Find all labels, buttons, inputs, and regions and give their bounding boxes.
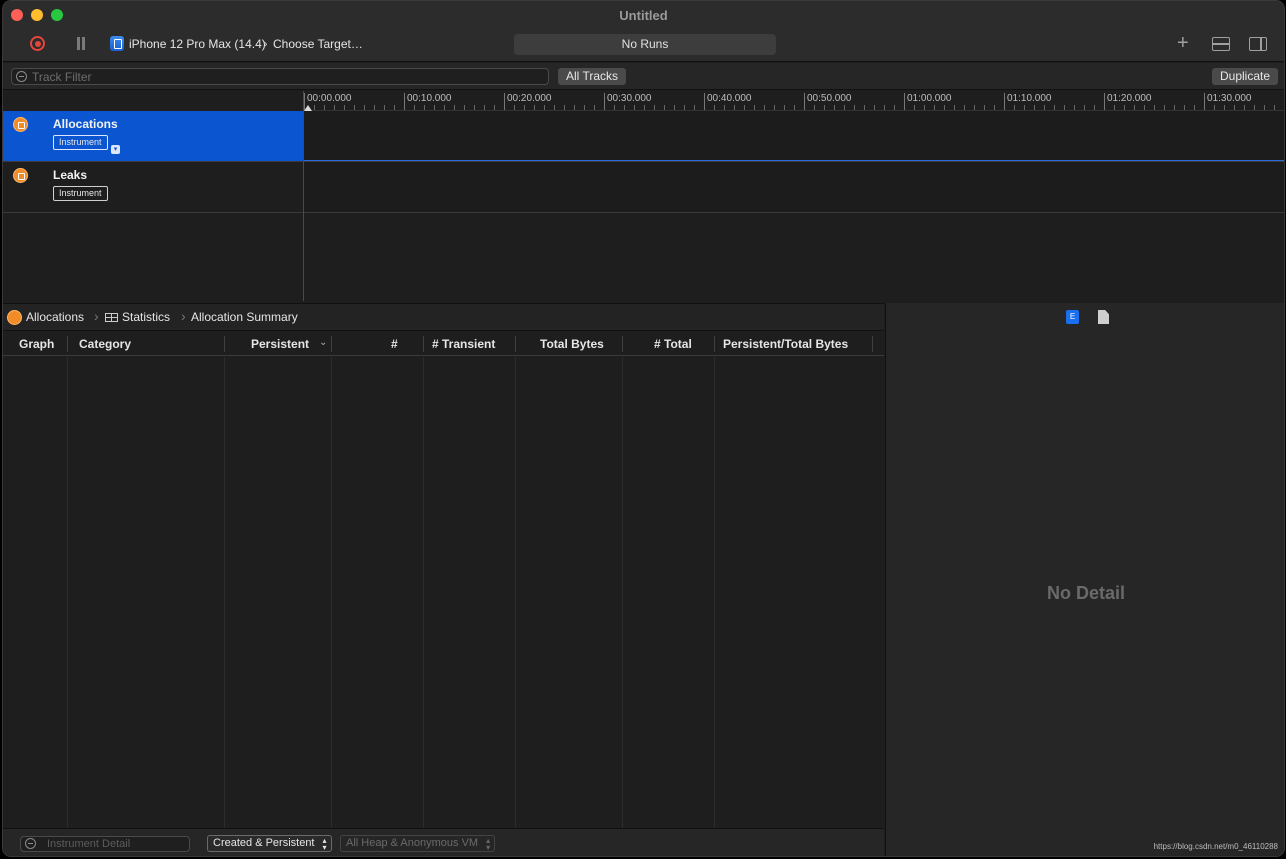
filter-icon (25, 838, 36, 849)
instrument-detail-filter[interactable] (20, 836, 190, 852)
column-separator[interactable] (515, 336, 516, 352)
column-header-graph[interactable]: Graph (19, 332, 54, 356)
column-header-count[interactable]: # (391, 332, 398, 356)
column-header-persistent[interactable]: Persistent (251, 332, 309, 356)
track-row-allocations[interactable]: Allocations Instrument ▾ (3, 111, 1284, 162)
column-separator[interactable] (224, 336, 225, 352)
duplicate-button[interactable]: Duplicate (1212, 68, 1279, 85)
track-filter-field[interactable] (11, 68, 549, 85)
breadcrumb-instrument[interactable]: Allocations (26, 310, 84, 324)
track-list-divider[interactable] (303, 91, 304, 301)
ruler-tick-label: 00:50.000 (804, 93, 852, 110)
extended-detail-tab[interactable]: E (1066, 310, 1079, 324)
table-header: Graph Category Persistent ⌄ # # Transien… (3, 332, 884, 356)
all-tracks-button[interactable]: All Tracks (558, 68, 627, 85)
lifespan-popup-label: Created & Persistent (213, 837, 315, 849)
device-selector[interactable]: iPhone 12 Pro Max (14.4) (129, 37, 266, 51)
column-divider (622, 357, 623, 828)
track-header[interactable]: Allocations Instrument ▾ (3, 111, 303, 161)
empty-detail-label: No Detail (1046, 583, 1125, 603)
leaks-icon (13, 168, 28, 183)
ruler-tick-label: 00:20.000 (504, 93, 552, 110)
track-row-leaks[interactable]: Leaks Instrument (3, 162, 1284, 213)
column-divider (423, 357, 424, 828)
column-divider (224, 357, 225, 828)
chevron-down-icon[interactable]: ▾ (111, 145, 120, 154)
allocations-icon (7, 310, 22, 325)
target-selector[interactable]: Choose Target… (273, 37, 363, 51)
track-name: Allocations (53, 117, 118, 131)
track-filter-bar: All Tracks Duplicate (3, 63, 1284, 90)
column-header-persistent-total-bytes[interactable]: Persistent/Total Bytes (723, 332, 848, 356)
chevron-right-icon: › (181, 308, 186, 324)
column-separator[interactable] (67, 336, 68, 352)
window-title: Untitled (619, 8, 668, 23)
allocation-type-popup: All Heap & Anonymous VM ▴ ▾ (340, 835, 496, 852)
watermark-text: https://blog.csdn.net/m0_46110288 (1153, 842, 1278, 851)
toggle-inspector-button[interactable] (1249, 37, 1267, 51)
column-header-total[interactable]: # Total (654, 332, 692, 356)
up-down-arrows-icon: ▴ ▾ (486, 836, 491, 852)
allocation-type-popup-label: All Heap & Anonymous VM (346, 837, 479, 849)
timeline-ruler[interactable]: 00:00.000 00:10.000 00:20.000 00:30.000 … (304, 91, 1284, 111)
device-icon (110, 36, 124, 51)
ruler-tick-label: 00:10.000 (404, 93, 452, 110)
add-instrument-button[interactable]: + (1177, 32, 1189, 55)
ruler-tick-label: 01:20.000 (1104, 93, 1152, 110)
column-header-transient[interactable]: # Transient (432, 332, 495, 356)
track-type-label[interactable]: Instrument (53, 135, 108, 150)
track-name: Leaks (53, 168, 88, 182)
column-separator[interactable] (622, 336, 623, 352)
column-header-total-bytes[interactable]: Total Bytes (540, 332, 604, 356)
ruler-tick-label: 00:30.000 (604, 93, 652, 110)
track-filter-input[interactable] (32, 69, 532, 84)
sort-descending-icon: ⌄ (319, 337, 328, 348)
detail-jump-bar: Allocations › Statistics › Allocation Su… (3, 303, 884, 331)
column-divider (515, 357, 516, 828)
track-type-label[interactable]: Instrument (53, 186, 108, 201)
record-button[interactable] (30, 36, 45, 51)
column-separator[interactable] (714, 336, 715, 352)
column-separator[interactable] (331, 336, 332, 352)
allocation-summary-table: Graph Category Persistent ⌄ # # Transien… (3, 332, 884, 828)
table-icon (105, 313, 118, 322)
column-divider (67, 357, 68, 828)
breadcrumb-detail[interactable]: Allocation Summary (191, 310, 298, 324)
track-header[interactable]: Leaks Instrument (3, 162, 303, 212)
ruler-tick-label: 01:00.000 (904, 93, 952, 110)
detail-filter-bar: Created & Persistent ▴▾ All Heap & Anony… (3, 828, 884, 856)
chevron-right-icon: › (263, 35, 268, 51)
title-bar: Untitled iPhone 12 Pro Max (14.4) › Choo… (3, 1, 1284, 62)
column-divider (714, 357, 715, 828)
track-lane[interactable] (304, 162, 1284, 212)
column-divider (331, 357, 332, 828)
ruler-tick-label: 01:10.000 (1004, 93, 1052, 110)
track-lane[interactable] (304, 111, 1284, 161)
toggle-detail-area-button[interactable] (1212, 37, 1230, 51)
breadcrumb-view[interactable]: Statistics (122, 310, 170, 324)
instruments-window: Untitled iPhone 12 Pro Max (14.4) › Choo… (2, 0, 1285, 857)
inspector-pane: E No Detail https://blog.csdn.net/m0_461… (885, 303, 1284, 856)
ruler-tick-label: 01:30.000 (1204, 93, 1252, 110)
up-down-arrows-icon: ▴ ▾ (322, 836, 327, 852)
column-separator[interactable] (423, 336, 424, 352)
document-icon[interactable] (1098, 310, 1109, 324)
ruler-tick-label: 00:40.000 (704, 93, 752, 110)
lifespan-popup[interactable]: Created & Persistent ▴ ▾ (207, 835, 332, 852)
column-separator[interactable] (872, 336, 873, 352)
pause-button[interactable] (76, 37, 86, 50)
allocations-icon (13, 117, 28, 132)
column-header-category[interactable]: Category (79, 332, 131, 356)
runs-status[interactable]: No Runs (514, 34, 776, 55)
instrument-detail-input[interactable] (47, 837, 187, 851)
chevron-right-icon: › (94, 308, 99, 324)
filter-icon (16, 71, 27, 82)
